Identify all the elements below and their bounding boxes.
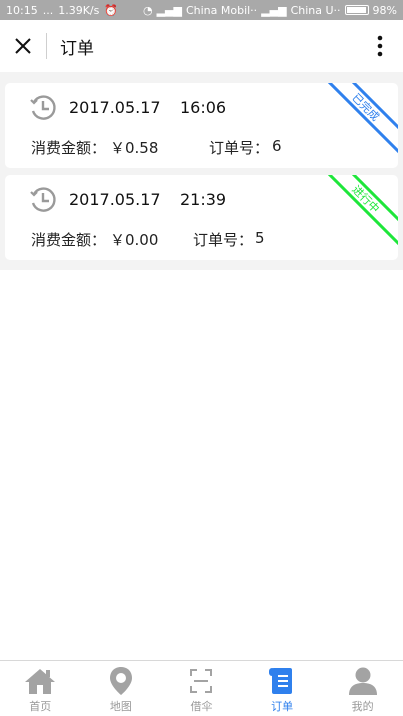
carrier-1: China Mobil·· [185, 3, 258, 17]
home-icon [25, 669, 56, 694]
map-pin-icon [109, 667, 132, 695]
order-date: 2017.05.17 [69, 98, 161, 117]
order-list-area: 2017.05.17 16:06 消费金额： ￥0.58 订单号： 6 已完成 … [0, 72, 403, 660]
battery-level: 98% [372, 3, 397, 17]
clock-history-icon [30, 95, 56, 120]
signal-icon-1: ▂▄▆ [156, 3, 182, 17]
amount-value: ￥0.58 [110, 139, 159, 157]
alarm-icon: ⏰ [104, 3, 119, 17]
scan-icon [190, 669, 213, 693]
tab-home-label: 首页 [29, 700, 52, 713]
order-card[interactable]: 2017.05.17 21:39 消费金额： ￥0.00 订单号： 5 进行中 [5, 175, 398, 260]
tab-map-label: 地图 [109, 700, 132, 713]
wifi-icon: ◔ [142, 3, 153, 17]
amount-label: 消费金额： [31, 231, 107, 249]
tab-orders-label: 订单 [271, 700, 294, 713]
order-scroll-icon [269, 668, 293, 694]
tab-map[interactable]: 地图 [81, 661, 162, 716]
close-button[interactable] [0, 20, 46, 72]
order-card[interactable]: 2017.05.17 16:06 消费金额： ￥0.58 订单号： 6 已完成 [5, 83, 398, 168]
page-title: 订单 [60, 38, 94, 59]
order-time: 16:06 [180, 98, 227, 117]
order-number-value: 5 [255, 229, 265, 247]
status-bar: 10:15 ... 1.39K/s ⏰ ◔ ▂▄▆ China Mobil·· … [0, 0, 403, 20]
tab-borrow-umbrella-label: 借伞 [190, 700, 213, 713]
order-number-label: 订单号： [209, 139, 270, 157]
tab-profile-label: 我的 [351, 700, 374, 713]
amount-label: 消费金额： [31, 139, 107, 157]
title-bar: 订单 [0, 20, 403, 72]
bottom-tab-bar: 首页 地图 借伞 订单 我的 [0, 660, 403, 716]
close-icon [15, 38, 31, 54]
tab-orders[interactable]: 订单 [242, 661, 323, 716]
order-time: 21:39 [180, 190, 227, 209]
tab-profile[interactable]: 我的 [322, 661, 403, 716]
status-ribbon-in-progress: 进行中 [316, 175, 398, 249]
order-number-value: 6 [272, 137, 282, 155]
clock-history-icon [30, 187, 56, 212]
order-date: 2017.05.17 [69, 190, 161, 209]
tab-home[interactable]: 首页 [0, 661, 81, 716]
carrier-2: China U·· [290, 3, 341, 17]
more-button[interactable] [357, 20, 403, 72]
tab-borrow-umbrella[interactable]: 借伞 [161, 661, 242, 716]
order-number-label: 订单号： [193, 231, 254, 249]
status-time: 10:15 [6, 3, 38, 17]
status-dots: ... [42, 3, 54, 17]
amount-value: ￥0.00 [110, 231, 159, 249]
title-divider [46, 33, 47, 59]
network-speed: 1.39K/s [58, 3, 100, 17]
battery-icon [344, 5, 369, 15]
more-vertical-icon [377, 35, 383, 57]
status-ribbon-completed: 已完成 [316, 83, 398, 157]
user-icon [348, 667, 377, 695]
signal-icon-2: ▂▄▆ [261, 3, 287, 17]
